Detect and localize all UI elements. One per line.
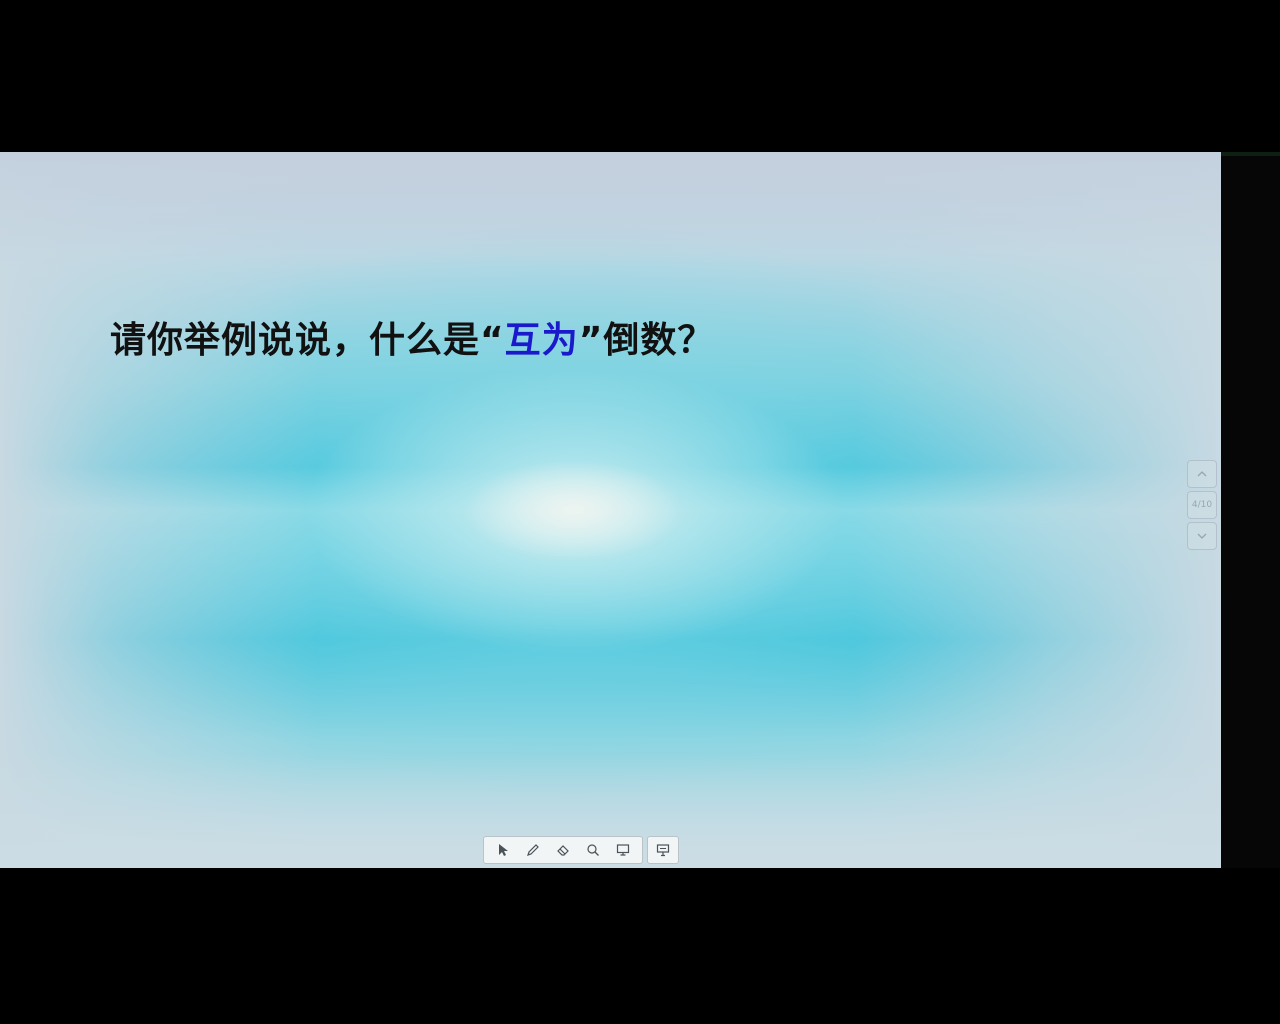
right-side-panel-edge xyxy=(1221,152,1280,156)
right-side-panel xyxy=(1221,152,1280,868)
eraser-icon xyxy=(557,845,569,856)
eraser-tool-button[interactable] xyxy=(548,837,578,863)
chevron-up-icon xyxy=(1197,471,1207,477)
pen-icon xyxy=(527,844,539,856)
toolbar-main-group xyxy=(483,836,643,864)
screen-tool-button[interactable] xyxy=(608,837,638,863)
question-text-start: 请你举例说说，什么是“ xyxy=(110,320,505,361)
question-text-end: ”倒数？ xyxy=(578,320,715,361)
question-highlight: 互为 xyxy=(504,320,579,361)
whiteboard-tool-button[interactable] xyxy=(648,837,678,863)
screen-background: 请你举例说说，什么是“互为”倒数？ 4/10 xyxy=(0,0,1280,1024)
cursor-arrow-icon xyxy=(499,844,508,856)
slide-question: 请你举例说说，什么是“互为”倒数？ xyxy=(110,319,714,363)
monitor-icon xyxy=(616,844,630,856)
search-icon xyxy=(587,844,599,856)
pen-tool-button[interactable] xyxy=(518,837,548,863)
chevron-down-icon xyxy=(1197,533,1207,539)
page-indicator: 4/10 xyxy=(1187,491,1217,519)
presentation-board-icon xyxy=(656,844,670,857)
toolbar-extra-group xyxy=(647,836,679,864)
search-tool-button[interactable] xyxy=(578,837,608,863)
page-navigator: 4/10 xyxy=(1187,460,1217,554)
prev-page-button[interactable] xyxy=(1187,460,1217,488)
pointer-tool-button[interactable] xyxy=(488,837,518,863)
presentation-slide: 请你举例说说，什么是“互为”倒数？ 4/10 xyxy=(0,152,1221,868)
next-page-button[interactable] xyxy=(1187,522,1217,550)
annotation-toolbar xyxy=(483,836,679,864)
